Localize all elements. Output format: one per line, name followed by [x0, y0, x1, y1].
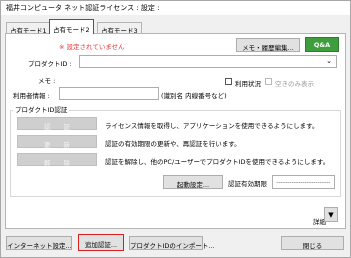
chevron-down-icon: ⌄ — [326, 57, 332, 65]
memo-label: メモ : — [38, 77, 56, 85]
qa-button[interactable]: Q&A — [305, 37, 339, 52]
expiry-value-field: ------------------------- — [272, 175, 335, 189]
usage-status-checkbox[interactable] — [225, 78, 232, 85]
renew-button[interactable]: 更 新 — [17, 135, 97, 149]
user-info-hint: (識別名 内線番号など) — [161, 92, 227, 100]
renew-description: 認証の有効期限の更新や、再認証を行います。 — [105, 140, 241, 148]
authenticate-button[interactable]: 認 証 — [17, 117, 97, 131]
auth-group-legend: プロダクトID認証 — [13, 104, 70, 114]
details-expand-button[interactable]: ▼ — [324, 207, 338, 222]
product-id-label: プロダクトID : — [28, 60, 72, 68]
user-info-label: 利用者情報 : — [13, 92, 50, 100]
free-only-checkbox[interactable] — [265, 78, 272, 85]
window-title: 福井コンピュータ ネット認証ライセンス : 設定 : — [6, 4, 160, 12]
usage-status-label: 利用状況 — [235, 80, 261, 88]
not-set-warning: ※ 設定されていません — [59, 43, 125, 51]
user-info-field[interactable] — [59, 87, 159, 100]
add-auth-button[interactable]: 追加認証... — [78, 234, 124, 251]
startup-settings-button[interactable]: 起動設定... — [163, 175, 223, 189]
expiry-label: 認証有効期限 — [228, 180, 267, 188]
settings-window: 福井コンピュータ ネット認証ライセンス : 設定 : 占有モード1 占有モード2… — [0, 0, 351, 258]
import-product-id-button[interactable]: プロダクトIDのインポート... — [129, 236, 215, 250]
release-button[interactable]: 解 除 — [17, 153, 97, 167]
close-button[interactable]: 閉じる — [281, 236, 344, 250]
product-id-select[interactable]: ⌄ — [79, 55, 337, 68]
free-only-label: 空きのみ表示 — [275, 80, 314, 88]
internet-settings-button[interactable]: インターネット設定... — [6, 236, 72, 250]
triangle-down-icon: ▼ — [328, 211, 334, 219]
title-bar: 福井コンピュータ ネット認証ライセンス : 設定 : — [1, 1, 350, 15]
authenticate-description: ライセンス情報を取得し、アプリケーションを使用できるようにします。 — [105, 122, 319, 130]
memo-history-edit-button[interactable]: メモ・履歴編集... — [236, 38, 300, 52]
release-description: 認証を解除し、他のPC/ユーザーでプロダクトIDを使用できるようにします。 — [105, 158, 330, 166]
tab-mode-2[interactable]: 占有モード2 — [49, 19, 94, 34]
